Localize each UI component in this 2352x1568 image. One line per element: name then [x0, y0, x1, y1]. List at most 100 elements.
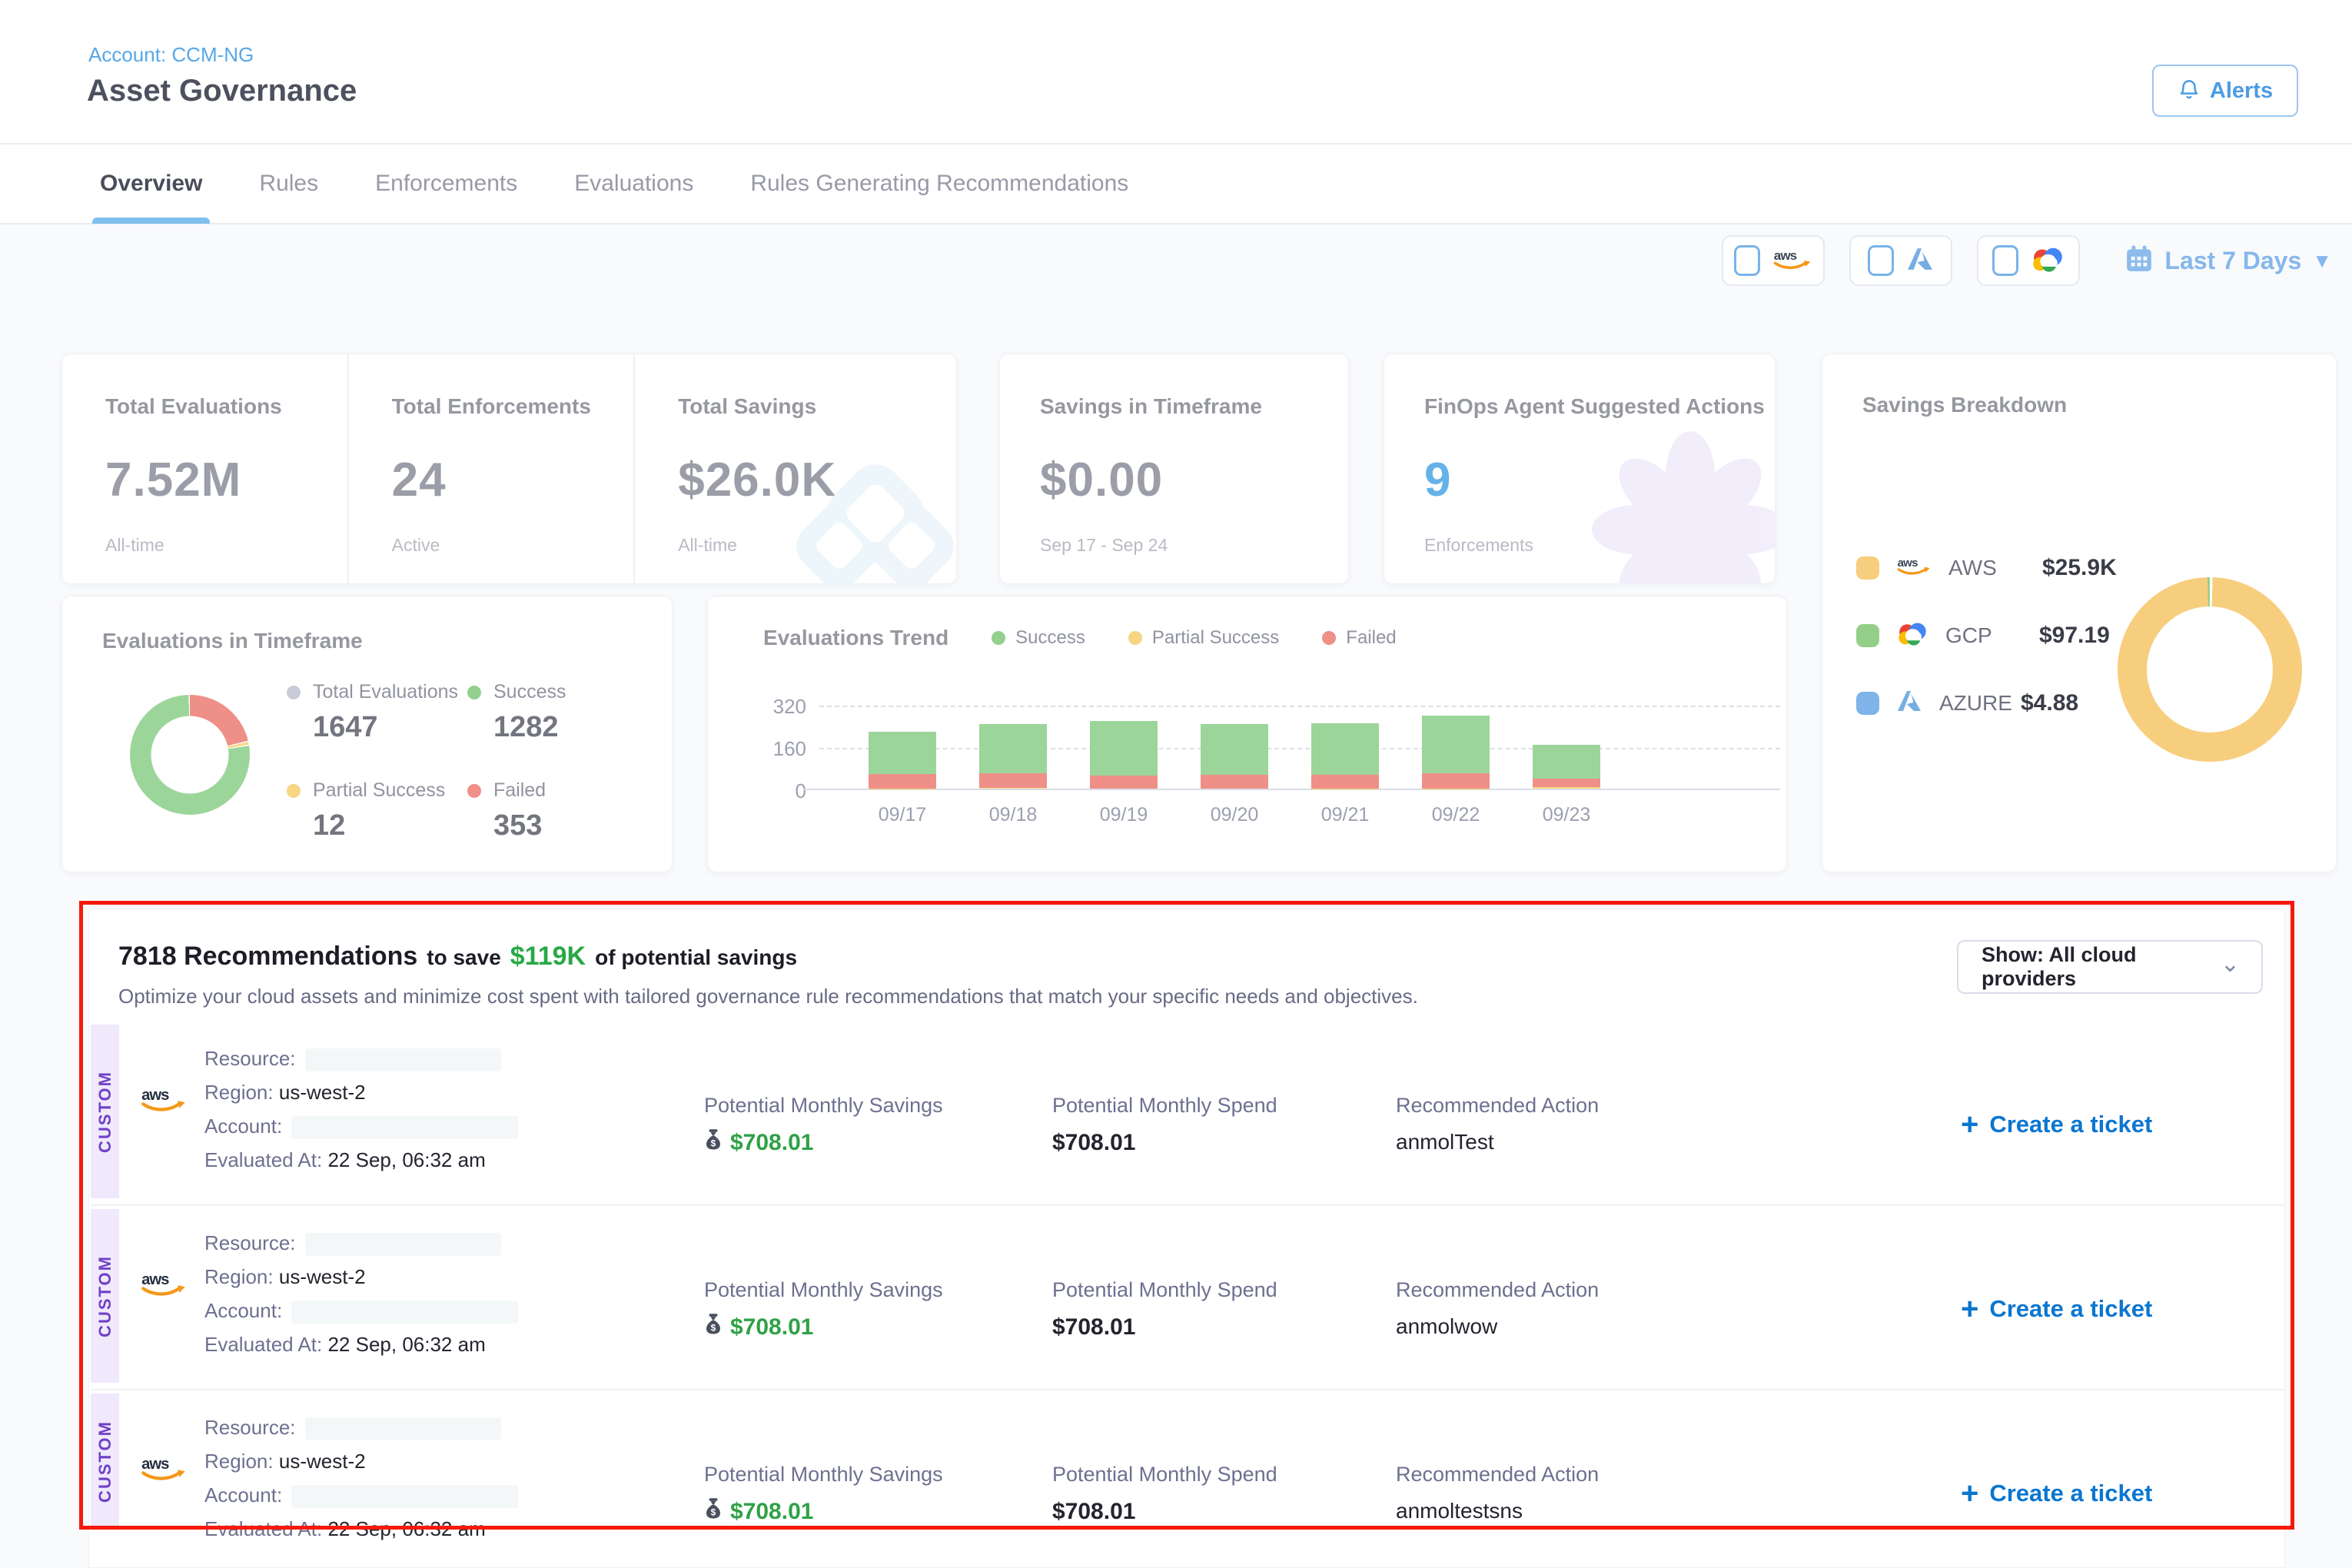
aws-icon: aws: [1896, 554, 1932, 581]
savings-value: $708.01: [730, 1499, 813, 1525]
x-axis-label: 09/18: [967, 804, 1059, 826]
legend-value: $97.19: [2039, 623, 2110, 649]
create-ticket-label: Create a ticket: [1989, 1480, 2152, 1507]
legend-label: AWS: [1948, 556, 2025, 580]
recommendations-heading: 7818 Recommendations to save $119K of po…: [118, 942, 797, 972]
y-axis-tick: 320: [745, 695, 806, 719]
evaluations-legend: Total Evaluations 1647 Success 1282 Part…: [287, 681, 648, 842]
trend-legend-partial: Partial Success: [1128, 627, 1279, 649]
x-axis-label: 09/19: [1078, 804, 1170, 826]
row-divider: [91, 1389, 2286, 1390]
resource-details: Resource: Region: us-west-2 Account: Eva…: [204, 1041, 518, 1177]
provider-date-filters: aws Last 7: [1722, 235, 2332, 286]
gcp-checkbox[interactable]: [1992, 245, 2018, 276]
success-dot: [992, 631, 1005, 645]
provider-filter-gcp[interactable]: [1977, 235, 2080, 286]
date-range-label: Last 7 Days: [2164, 247, 2301, 275]
failed-dot: [1322, 631, 1336, 645]
card-title: FinOps Agent Suggested Actions: [1424, 394, 1775, 419]
alerts-button[interactable]: Alerts: [2152, 65, 2298, 117]
bar-segment-success: [1422, 716, 1490, 773]
caret-down-icon: ▼: [2312, 249, 2332, 273]
savings-breakdown-legend: aws AWS $25.9K GCP $97.19 AZURE $4.88: [1856, 554, 2117, 716]
money-bag-icon: $: [704, 1497, 723, 1526]
trend-header: Evaluations Trend Success Partial Succes…: [763, 626, 1397, 650]
bar-segment-partial-success: [979, 788, 1047, 789]
trend-legend-success: Success: [992, 627, 1085, 649]
recommended-action: Recommended Action anmolTest: [1396, 1094, 1599, 1154]
svg-text:$: $: [711, 1138, 716, 1148]
x-axis-label: 09/22: [1410, 804, 1502, 826]
save-prefix: to save: [427, 945, 501, 970]
x-axis-label: 09/21: [1299, 804, 1391, 826]
card-title: Savings in Timeframe: [1040, 394, 1348, 419]
potential-monthly-savings: Potential Monthly Savings $$708.01: [704, 1463, 943, 1526]
tab-evaluations[interactable]: Evaluations: [574, 144, 693, 224]
tab-overview[interactable]: Overview: [100, 144, 202, 224]
x-axis-label: 09/20: [1188, 804, 1281, 826]
calendar-icon: [2124, 244, 2154, 277]
aws-icon: aws: [1772, 247, 1812, 275]
stat-value: $26.0K: [678, 453, 956, 507]
potential-monthly-spend: Potential Monthly Spend $708.01: [1052, 1094, 1277, 1156]
svg-text:aws: aws: [1898, 556, 1918, 570]
success-dot: [467, 686, 481, 699]
page-title: Asset Governance: [87, 74, 357, 108]
trend-legend-failed: Failed: [1322, 627, 1396, 649]
x-axis-label: 09/23: [1520, 804, 1613, 826]
provider-filter-aws[interactable]: aws: [1722, 235, 1825, 286]
svg-text:$: $: [711, 1507, 716, 1517]
custom-badge: CUSTOM: [91, 1025, 119, 1198]
create-ticket-button[interactable]: + Create a ticket: [1961, 1295, 2152, 1323]
create-ticket-button[interactable]: + Create a ticket: [1961, 1480, 2152, 1507]
legend-label: AZURE: [1939, 691, 2004, 716]
potential-monthly-savings: Potential Monthly Savings $$708.01: [704, 1094, 943, 1158]
provider-filter-azure[interactable]: [1849, 235, 1952, 286]
azure-checkbox[interactable]: [1868, 245, 1894, 276]
stat-title: Total Savings: [678, 394, 956, 419]
recommendations-subtitle: Optimize your cloud assets and minimize …: [118, 985, 1502, 1008]
create-ticket-button[interactable]: + Create a ticket: [1961, 1111, 2152, 1138]
stat-total-enforcements: Total Enforcements 24 Active: [347, 354, 634, 583]
svg-text:aws: aws: [141, 1087, 169, 1104]
stat-title: Total Enforcements: [392, 394, 634, 419]
aws-checkbox[interactable]: [1734, 245, 1760, 276]
azure-color-swatch: [1856, 692, 1879, 715]
plus-icon: +: [1961, 1297, 1978, 1321]
bar-segment-success: [869, 732, 936, 773]
date-range-filter[interactable]: Last 7 Days ▼: [2124, 244, 2332, 277]
stat-value: $0.00: [1040, 453, 1348, 507]
aws-icon: aws: [140, 1085, 188, 1118]
stat-total-evaluations: Total Evaluations 7.52M All-time: [62, 354, 347, 583]
partial-dot: [287, 784, 301, 798]
bar-segment-failed: [869, 774, 936, 789]
account-breadcrumb[interactable]: Account: CCM-NG: [88, 43, 254, 67]
savings-breakdown-donut-chart: [2118, 577, 2302, 762]
money-bag-icon: $: [704, 1128, 723, 1158]
tab-rules-generating-recommendations[interactable]: Rules Generating Recommendations: [750, 144, 1128, 224]
stat-value: 7.52M: [105, 453, 347, 507]
tab-enforcements[interactable]: Enforcements: [375, 144, 517, 224]
create-ticket-label: Create a ticket: [1989, 1295, 2152, 1323]
legend-item-failed: Failed 353: [467, 779, 648, 842]
spend-value: $708.01: [1052, 1499, 1277, 1525]
bar-segment-failed: [1090, 776, 1158, 789]
card-title: Evaluations Trend: [763, 626, 948, 650]
savings-breakdown-card: Savings Breakdown aws AWS $25.9K GCP $97…: [1822, 354, 2337, 872]
gcp-icon: [2031, 246, 2065, 276]
tab-rules[interactable]: Rules: [259, 144, 318, 224]
bar-segment-partial-success: [1533, 787, 1600, 789]
evaluations-in-timeframe-card: Evaluations in Timeframe Total Evaluatio…: [61, 596, 673, 872]
legend-item-azure: AZURE $4.88: [1856, 689, 2117, 716]
redacted-account-value: [291, 1116, 518, 1139]
plus-icon: +: [1961, 1112, 1978, 1137]
x-axis-label: 09/17: [856, 804, 948, 826]
redacted-resource-value: [305, 1048, 501, 1071]
legend-item-aws: aws AWS $25.9K: [1856, 554, 2117, 581]
evaluations-donut-chart: [130, 695, 250, 815]
action-value: anmolwow: [1396, 1314, 1599, 1339]
svg-text:aws: aws: [1774, 247, 1797, 262]
cloud-provider-filter-dropdown[interactable]: Show: All cloud providers ⌄: [1957, 940, 2263, 994]
resource-details: Resource: Region: us-west-2 Account: Eva…: [204, 1410, 518, 1546]
stat-caption: Active: [392, 535, 440, 556]
